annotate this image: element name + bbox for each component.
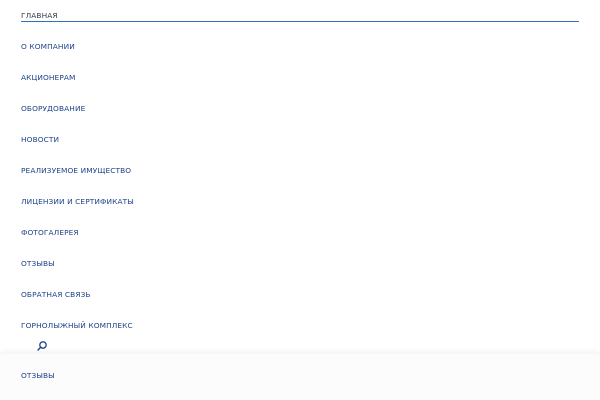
- nav-item-home[interactable]: ГЛАВНАЯ: [21, 11, 58, 21]
- nav-item-feedback[interactable]: ОБРАТНАЯ СВЯЗЬ: [21, 290, 91, 300]
- nav-item-reviews[interactable]: ОТЗЫВЫ: [21, 259, 55, 269]
- nav-item-ski-resort[interactable]: ГОРНОЛЫЖНЫЙ КОМПЛЕКС: [21, 321, 133, 331]
- nav-item-licenses[interactable]: ЛИЦЕНЗИИ И СЕРТИФИКАТЫ: [21, 197, 134, 207]
- nav-item-about[interactable]: О КОМПАНИИ: [21, 42, 75, 52]
- active-item-underline: [21, 21, 579, 22]
- sticky-bottom-bar: ОТЗЫВЫ: [0, 354, 600, 400]
- search-button[interactable]: [36, 340, 48, 352]
- page: ГЛАВНАЯ О КОМПАНИИ АКЦИОНЕРАМ ОБОРУДОВАН…: [0, 0, 600, 400]
- nav-item-equipment[interactable]: ОБОРУДОВАНИЕ: [21, 104, 85, 114]
- bottom-bar-reviews-link[interactable]: ОТЗЫВЫ: [21, 371, 55, 381]
- nav-item-shareholders[interactable]: АКЦИОНЕРАМ: [21, 73, 76, 83]
- nav-item-property-for-sale[interactable]: РЕАЛИЗУЕМОЕ ИМУЩЕСТВО: [21, 166, 131, 176]
- nav-item-news[interactable]: НОВОСТИ: [21, 135, 59, 145]
- search-icon: [37, 341, 47, 351]
- nav-item-photo-gallery[interactable]: ФОТОГАЛЕРЕЯ: [21, 228, 79, 238]
